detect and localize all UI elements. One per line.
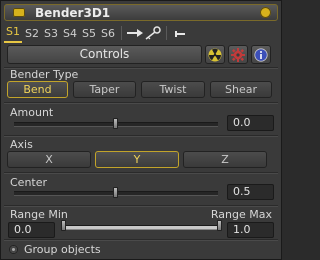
divider bbox=[4, 205, 278, 206]
bender-type-shear-button[interactable]: Shear bbox=[210, 81, 272, 98]
key-icon[interactable] bbox=[144, 24, 162, 42]
group-objects-label: Group objects bbox=[24, 243, 101, 256]
tab-bar: S1 S2 S3 S4 S5 S6 bbox=[4, 23, 189, 43]
center-value-field[interactable]: 0.5 bbox=[227, 184, 274, 200]
tool-enable-icon[interactable] bbox=[13, 8, 25, 17]
bender-type-buttons: Bend Taper Twist Shear bbox=[7, 81, 272, 98]
bender-type-taper-button[interactable]: Taper bbox=[73, 81, 136, 98]
radioactive-icon[interactable] bbox=[205, 45, 225, 64]
tab-separator bbox=[121, 26, 122, 40]
range-slider-track[interactable] bbox=[65, 225, 219, 230]
tab-s4[interactable]: S4 bbox=[61, 27, 79, 40]
center-label: Center bbox=[10, 176, 48, 189]
bender3d-inspector-panel: Bender3D1 S1 S2 S3 S4 S5 S6 Controls Ben… bbox=[0, 0, 282, 260]
tool-title: Bender3D1 bbox=[35, 6, 111, 20]
bender-type-twist-button[interactable]: Twist bbox=[141, 81, 205, 98]
tab-s3[interactable]: S3 bbox=[42, 27, 60, 40]
tab-separator bbox=[166, 26, 167, 40]
tab-s2[interactable]: S2 bbox=[23, 27, 41, 40]
center-slider-thumb[interactable] bbox=[113, 187, 118, 198]
pin-icon[interactable] bbox=[171, 24, 189, 42]
divider bbox=[4, 135, 278, 136]
arrow-right-icon[interactable] bbox=[126, 24, 144, 42]
controls-tab-button[interactable]: Controls bbox=[7, 45, 202, 64]
range-max-value-field[interactable]: 1.0 bbox=[227, 222, 274, 238]
tab-s6[interactable]: S6 bbox=[99, 27, 117, 40]
axis-x-button[interactable]: X bbox=[7, 151, 91, 168]
group-objects-radio[interactable] bbox=[9, 245, 18, 254]
bender-type-label: Bender Type bbox=[10, 68, 79, 81]
tab-s1[interactable]: S1 bbox=[4, 23, 22, 43]
tab-s5[interactable]: S5 bbox=[80, 27, 98, 40]
axis-y-button[interactable]: Y bbox=[95, 151, 179, 168]
gear-icon[interactable] bbox=[228, 45, 248, 64]
divider bbox=[4, 172, 278, 173]
divider bbox=[4, 239, 278, 240]
tool-color-icon[interactable] bbox=[260, 7, 271, 18]
amount-label: Amount bbox=[10, 106, 54, 119]
range-min-value-field[interactable]: 0.0 bbox=[8, 222, 55, 238]
range-min-thumb[interactable] bbox=[61, 220, 66, 231]
range-max-thumb[interactable] bbox=[217, 220, 222, 231]
axis-label: Axis bbox=[10, 138, 33, 151]
amount-value-field[interactable]: 0.0 bbox=[227, 115, 274, 131]
range-min-label: Range Min bbox=[10, 208, 68, 221]
amount-slider-thumb[interactable] bbox=[113, 118, 118, 129]
tool-header[interactable]: Bender3D1 bbox=[4, 4, 278, 21]
divider bbox=[4, 102, 278, 103]
bender-type-bend-button[interactable]: Bend bbox=[7, 81, 68, 98]
info-icon[interactable] bbox=[251, 45, 271, 64]
group-objects-option[interactable]: Group objects bbox=[9, 243, 101, 256]
axis-z-button[interactable]: Z bbox=[183, 151, 267, 168]
controls-row: Controls bbox=[4, 45, 278, 65]
axis-buttons: X Y Z bbox=[7, 151, 267, 168]
